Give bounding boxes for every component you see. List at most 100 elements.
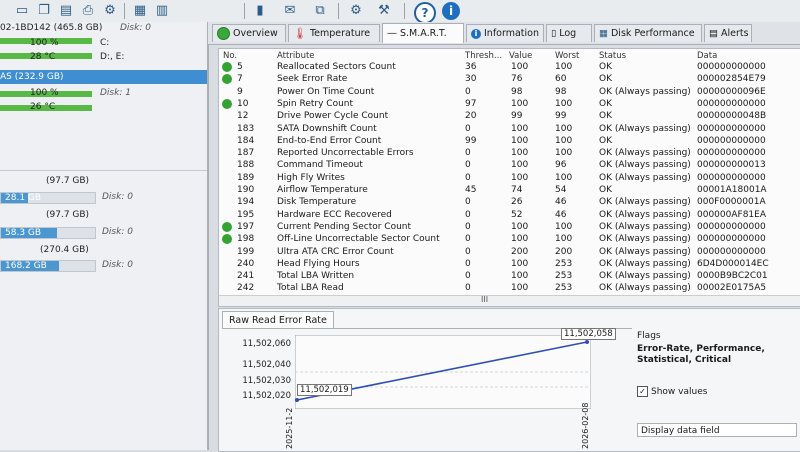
- table-row[interactable]: 10 Spin Retry Count 97 100 100 OK 000000000000: [219, 98, 800, 110]
- table-row[interactable]: 183 SATA Downshift Count 0 100 100 OK (Always…: [219, 123, 800, 135]
- network-icon[interactable]: ⧉: [310, 2, 330, 19]
- table-row[interactable]: 242 Total LBA Read 0 100 253 OK (Always passi…: [219, 282, 800, 294]
- scroll-grip-icon[interactable]: III: [481, 295, 488, 304]
- volume-usage-bar: 58.3 GB: [0, 227, 96, 239]
- info-icon[interactable]: i: [442, 2, 460, 20]
- flags-text: Error-Rate, Performance, Statistical, Cr…: [637, 344, 765, 365]
- table-row[interactable]: 189 High Fly Writes 0 100 100 OK (Always pass…: [219, 172, 800, 184]
- table-row[interactable]: 184 End-to-End Error Count 99 100 100 OK 00000…: [219, 135, 800, 147]
- cell-thresh: 0: [465, 197, 471, 208]
- tab-log[interactable]: ▯ Log: [546, 24, 592, 42]
- cell-no: 194: [237, 197, 255, 208]
- volume-used: 168.2 GB: [5, 261, 47, 271]
- table-row[interactable]: 199 Ultra ATA CRC Error Count 0 200 200 OK (A…: [219, 246, 800, 258]
- point-label-end: 11,502,058: [561, 328, 616, 340]
- tab-alerts[interactable]: ▤ Alerts: [704, 24, 752, 42]
- header-data[interactable]: Data: [697, 51, 717, 61]
- table-row[interactable]: 198 Off-Line Uncorrectable Sector Count 0 1…: [219, 233, 800, 245]
- grid-icon[interactable]: ▦: [130, 2, 150, 19]
- cell-thresh: 0: [465, 86, 471, 97]
- table-row[interactable]: 194 Disk Temperature 0 26 46 OK (Always passi…: [219, 196, 800, 208]
- cell-value: 76: [511, 74, 523, 85]
- header-attribute[interactable]: Attribute: [277, 51, 315, 61]
- status-ok-icon: [222, 98, 232, 109]
- disk2-title[interactable]: AS (232.9 GB): [0, 70, 207, 84]
- disk1-health-drive: C:: [100, 38, 110, 48]
- mail-icon[interactable]: ✉: [280, 2, 300, 19]
- cell-data: 000000000000: [697, 98, 766, 109]
- display-data-field-select[interactable]: Display data field: [637, 423, 797, 437]
- cell-no: 197: [237, 221, 255, 232]
- table-row[interactable]: 12 Drive Power Cycle Count 20 99 99 OK 0000000…: [219, 110, 800, 122]
- tools-icon[interactable]: ⚒: [374, 2, 394, 19]
- cell-data: 000002854E79: [697, 74, 766, 85]
- tab-bar: Overview 🌡 Temperature — S.M.A.R.T. i In…: [208, 22, 800, 45]
- tab-disk-performance[interactable]: ▦ Disk Performance: [594, 24, 702, 42]
- cell-value: 52: [511, 209, 523, 220]
- table-row[interactable]: 188 Command Timeout 0 100 96 OK (Always passi…: [219, 159, 800, 171]
- table-row[interactable]: 5 Reallocated Sectors Count 36 100 100 OK 0000…: [219, 61, 800, 73]
- cell-value: 200: [511, 246, 529, 257]
- options-gear-icon[interactable]: ⚙: [346, 2, 366, 19]
- disk-icon[interactable]: ▭: [12, 2, 32, 19]
- table-row[interactable]: 240 Head Flying Hours 0 100 253 OK (Always pa…: [219, 258, 800, 270]
- cell-attribute: Reallocated Sectors Count: [277, 62, 396, 72]
- data-point: [585, 340, 589, 344]
- table-row[interactable]: 195 Hardware ECC Recovered 0 52 46 OK (Always…: [219, 209, 800, 221]
- checkbox-checked-icon[interactable]: ✓: [637, 386, 648, 397]
- cell-status: OK (Always passing): [599, 283, 691, 294]
- chart-tab-raw-read-error-rate[interactable]: Raw Read Error Rate: [222, 311, 334, 329]
- cell-worst: 253: [555, 258, 573, 269]
- tab-information[interactable]: i Information: [466, 24, 544, 42]
- header-thresh[interactable]: Thresh...: [465, 51, 502, 61]
- tab-smart[interactable]: — S.M.A.R.T.: [382, 23, 464, 43]
- cell-worst: 253: [555, 283, 573, 294]
- print-icon[interactable]: ⎙: [78, 2, 98, 19]
- cell-thresh: 0: [465, 172, 471, 183]
- tray-icon[interactable]: ▥: [152, 2, 172, 19]
- table-row[interactable]: 9 Power On Time Count 0 98 98 OK (Always pass…: [219, 86, 800, 98]
- tab-label: S.M.A.R.T.: [400, 28, 447, 39]
- header-no[interactable]: No.: [223, 51, 237, 61]
- header-status[interactable]: Status: [599, 51, 626, 61]
- settings-icon[interactable]: ⚙: [100, 2, 120, 19]
- disk1-temp: 28 °C: [30, 52, 56, 62]
- cell-value: 100: [511, 234, 529, 245]
- cell-no: 189: [237, 172, 255, 183]
- header-value[interactable]: Value: [509, 51, 532, 61]
- table-row[interactable]: 7 Seek Error Rate 30 76 60 OK 000002854E79: [219, 73, 800, 85]
- cell-value: 26: [511, 197, 523, 208]
- help-icon[interactable]: ?: [414, 2, 436, 24]
- show-values-label: Show values: [651, 386, 708, 397]
- table-row[interactable]: 197 Current Pending Sector Count 0 100 100 OK…: [219, 221, 800, 233]
- cell-attribute: Spin Retry Count: [277, 98, 354, 109]
- table-row[interactable]: 190 Airflow Temperature 45 74 54 OK 00001A1800…: [219, 184, 800, 196]
- disk1-title[interactable]: 02-1BD142 (465.8 GB): [0, 23, 102, 33]
- header-worst[interactable]: Worst: [555, 51, 579, 61]
- volume-disk: Disk: 0: [102, 227, 133, 237]
- tab-temperature[interactable]: 🌡 Temperature: [288, 24, 380, 42]
- table-row[interactable]: 241 Total LBA Written 0 100 253 OK (Always pa…: [219, 270, 800, 282]
- cell-worst: 46: [555, 197, 567, 208]
- cell-value: 98: [511, 86, 523, 97]
- horizontal-scrollbar[interactable]: III: [219, 295, 800, 306]
- cell-value: 99: [511, 111, 523, 122]
- cell-thresh: 20: [465, 111, 477, 122]
- tab-label: Disk Performance: [610, 28, 695, 39]
- copy-icon[interactable]: ❐: [34, 2, 54, 19]
- show-values-checkbox[interactable]: ✓ Show values: [637, 386, 800, 397]
- cell-thresh: 0: [465, 209, 471, 220]
- cell-worst: 98: [555, 86, 567, 97]
- tab-overview[interactable]: Overview: [212, 24, 286, 42]
- cell-thresh: 45: [465, 185, 477, 195]
- table-row[interactable]: 187 Reported Uncorrectable Errors 0 100 100 O…: [219, 147, 800, 159]
- cell-data: 000000000000: [697, 234, 766, 245]
- hdd-icon[interactable]: ▮: [250, 2, 270, 19]
- report-icon[interactable]: ▤: [56, 2, 76, 19]
- cell-worst: 99: [555, 111, 567, 122]
- cell-thresh: 0: [465, 148, 471, 159]
- cell-data: 6D4D000014EC: [697, 258, 769, 269]
- cell-thresh: 30: [465, 74, 477, 85]
- volume-size: (97.7 GB): [46, 176, 90, 186]
- cell-status: OK (Always passing): [599, 197, 691, 208]
